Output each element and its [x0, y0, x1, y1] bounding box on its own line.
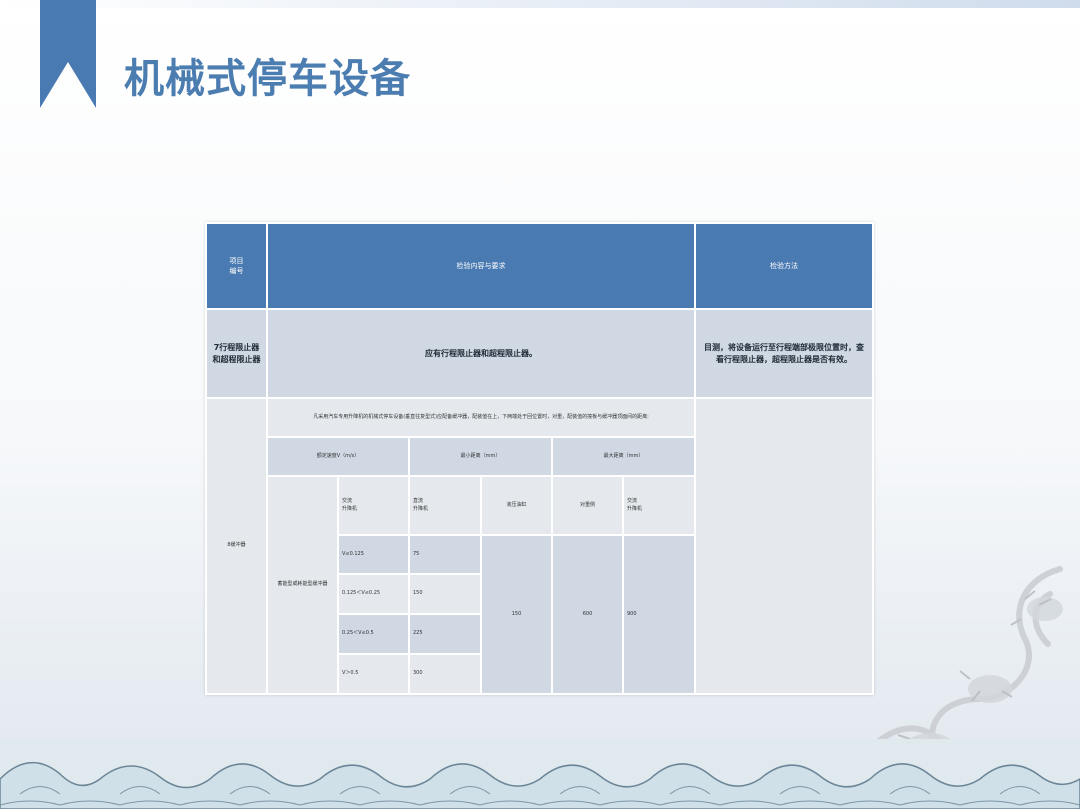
page-title: 机械式停车设备 [124, 56, 411, 102]
row7-item: 7行程限止器 和超程限止器 [207, 310, 266, 397]
speed-row-4: V＞0.5 [339, 655, 408, 693]
min-value-3: 225 [410, 615, 480, 653]
sub-hydraulic: 液压油缸 [482, 477, 551, 534]
speed-row-2: 0.125＜V≤0.25 [339, 575, 408, 613]
sub-ac-lift: 交流 升降机 [339, 477, 408, 534]
waves-decoration-icon [0, 739, 1080, 809]
min-value-1: 75 [410, 536, 480, 573]
speed-row-1: V≤0.125 [339, 536, 408, 573]
row8-note: 凡采用汽车专用升降机的机械式停车设备(垂直往复型式)应配备缓冲器，配装值在上，下… [268, 399, 694, 436]
hydraulic-value: 150 [482, 536, 551, 693]
header-content: 检验内容与要求 [268, 224, 694, 308]
header-item-no: 项目 编号 [207, 224, 266, 308]
col-max-distance: 最大距离（mm） [553, 438, 694, 475]
buffer-type-label: 蓄能型或耗能型缓冲器 [268, 477, 337, 693]
bookmark-ribbon-icon [40, 0, 96, 108]
row7-method: 目测，将设备运行至行程端部极限位置时，查看行程限止器，超程限止器是否有效。 [696, 310, 872, 397]
counterweight-value: 600 [553, 536, 622, 693]
col-rated-speed: 额定速度V（m/s） [268, 438, 408, 475]
top-decor-strip [0, 0, 1080, 8]
ac-lift-2-value: 900 [624, 536, 694, 693]
min-value-4: 300 [410, 655, 480, 693]
sub-dc-lift: 直流 升降机 [410, 477, 480, 534]
col-min-distance: 最小距离（mm） [410, 438, 551, 475]
sub-ac-lift-2: 交流 升降机 [624, 477, 694, 534]
row8-item: 8缓冲器 [207, 399, 266, 693]
inspection-table: 项目 编号 检验内容与要求 检验方法 7行程限止器 和超程限止器 应有行程限止器… [205, 222, 874, 695]
speed-row-3: 0.25＜V≤0.5 [339, 615, 408, 653]
header-method: 检验方法 [696, 224, 872, 308]
min-value-2: 150 [410, 575, 480, 613]
row7-content: 应有行程限止器和超程限止器。 [268, 310, 694, 397]
sub-counterweight: 对重侧 [553, 477, 622, 534]
